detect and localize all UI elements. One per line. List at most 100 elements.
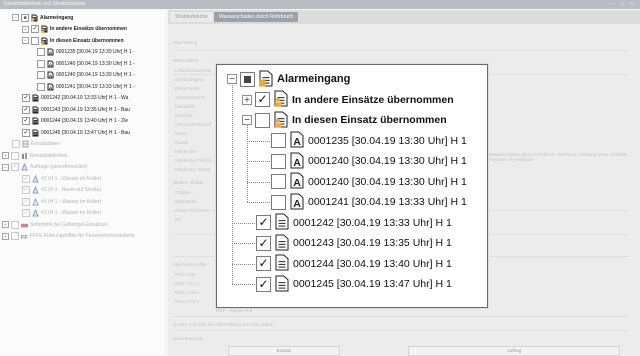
zoom-tree-node[interactable]: ✓ 0001244 [30.04.19 13:40 Uhr] H 1 [256, 253, 452, 275]
tab-einsatz[interactable]: Wasserschaden durch Rohrbruch [214, 12, 299, 22]
tree-node[interactable]: A 0001235 [30.04.19 13:30 Uhr] H 1 - [37, 47, 135, 58]
zoom-tree-node[interactable]: + ✓ In andere Einsätze übernommen [242, 89, 454, 111]
tree-checkbox[interactable] [37, 48, 45, 56]
tree-checkbox[interactable]: ✓ [22, 197, 30, 206]
zoom-tree-node[interactable]: A 0001240 [30.04.19 13:30 Uhr] H 1 [271, 150, 467, 172]
document-icon [32, 117, 39, 125]
tree-checkbox[interactable]: ✓ [31, 25, 39, 33]
tree-node[interactable]: − ■ Alarmeingang [12, 12, 73, 23]
zoom-tree-node[interactable]: A 0001241 [30.04.19 13:33 Uhr] H 1 [271, 191, 467, 213]
tree-checkbox[interactable] [11, 220, 19, 229]
triangle-marker-icon [32, 208, 39, 217]
zoom-tree-checkbox[interactable]: ✓ [256, 235, 271, 251]
zoom-tree-node-label: Alarmeingang [277, 73, 351, 85]
zoom-tree-checkbox[interactable] [271, 174, 286, 189]
tree-node[interactable]: A 0001240 [30.04.19 13:30 Uhr] H 1 - [37, 70, 135, 81]
zoom-tree-node[interactable]: − In diesen Einsatz übernommen [242, 109, 447, 131]
tree-node[interactable]: ✓ 0001242 [30.04.19 13:33 Uhr] H 1 - Wa [22, 93, 128, 104]
tree-checkbox[interactable]: ✓ [22, 94, 30, 102]
triangle-marker-icon [32, 197, 39, 206]
tree-guide-line [232, 284, 257, 285]
tree-node[interactable]: ✓ #2 (H 1 - Wasser im Keller) [22, 173, 101, 184]
tree-node[interactable]: + Einsatzbibliothek [2, 150, 68, 161]
tree-node[interactable]: ✓ #4 (H 1 - Wasser im Keller) [22, 196, 101, 207]
zoom-tree-node[interactable]: A 0001235 [30.04.19 13:30 Uhr] H 1 [271, 130, 467, 152]
tree-checkbox[interactable]: ✓ [22, 174, 30, 183]
tree-checkbox[interactable]: ✓ [11, 163, 19, 171]
tree-node-label: 0001242 [30.04.19 13:33 Uhr] H 1 - Wa [41, 95, 129, 101]
svg-text:A: A [49, 51, 53, 56]
zoom-tree-checkbox[interactable]: ✓ [256, 256, 271, 271]
window-controls[interactable]: — ▢ ✕ [609, 1, 636, 7]
tree-checkbox[interactable] [37, 82, 45, 91]
zoom-tree-node[interactable]: ✓ 0001243 [30.04.19 13:35 Uhr] H 1 [256, 232, 452, 254]
document-a-icon: A [47, 60, 54, 68]
zoom-tree-node[interactable]: A 0001240 [30.04.19 13:30 Uhr] H 1 [271, 171, 467, 193]
divider [173, 316, 628, 317]
collapse-icon[interactable]: − [12, 14, 19, 21]
zoom-tree-checkbox[interactable] [271, 153, 286, 169]
tree-node[interactable]: + ✓ In andere Einsätze übernommen [22, 24, 127, 35]
expand-icon[interactable]: + [22, 25, 29, 33]
collapse-icon[interactable]: − [227, 74, 237, 84]
tree-checkbox[interactable]: ✓ [22, 186, 30, 194]
tree-guide-line [232, 222, 257, 224]
tree-checkbox[interactable] [37, 59, 45, 68]
zoom-tree-checkbox[interactable] [271, 133, 286, 148]
zoom-tree-node[interactable]: ✓ 0001242 [30.04.19 13:33 Uhr] H 1 [256, 212, 452, 234]
tree-node[interactable]: + FF FFFE Führungshilfen für Feuerwehreins… [2, 231, 135, 242]
tree-checkbox[interactable] [31, 36, 39, 45]
tree-node[interactable]: ✓ #3 (H 1 - Baum auf Straße) [22, 185, 101, 196]
field-label: Art [175, 217, 181, 222]
zoom-tree-node[interactable]: ✓ 0001245 [30.04.19 13:47 Uhr] H 1 [256, 273, 452, 295]
zoom-tree-node-label: 0001243 [30.04.19 13:35 Uhr] H 1 [293, 237, 452, 249]
expand-icon[interactable]: + [2, 221, 9, 228]
document-icon [32, 106, 39, 114]
zoom-tree-checkbox[interactable] [240, 71, 255, 87]
tree-node[interactable]: − ✓ Aufträge (georeferenziert) [2, 162, 87, 173]
svg-text:A: A [49, 74, 53, 79]
tree-checkbox[interactable]: ✓ [22, 105, 30, 114]
zoom-tree-checkbox[interactable]: ✓ [255, 92, 270, 107]
zoom-tree-checkbox[interactable]: ✓ [256, 276, 271, 292]
document-icon [275, 254, 289, 273]
tree-checkbox[interactable]: ■ [21, 13, 29, 22]
comment-label: Bemerkung als [173, 336, 204, 341]
tree-node[interactable]: ✓ 0001243 [30.04.19 13:35 Uhr] H 1 - Bau [22, 104, 130, 115]
document-icon [275, 275, 289, 294]
tree-node[interactable]: − In diesen Einsatz übernommen [22, 35, 124, 46]
zoom-tree-checkbox[interactable] [255, 112, 270, 128]
transfer-document-icon [41, 25, 48, 33]
field-label: Objektteile [175, 199, 197, 204]
tree-node[interactable]: A 0001240 [30.04.19 13:30 Uhr] H 1 - [37, 58, 135, 69]
tab-strukturbaeume[interactable]: Strukturbäume [170, 12, 213, 22]
expand-icon[interactable]: + [2, 232, 9, 240]
field-label: Einsatzbeginn [175, 77, 204, 82]
collapse-icon[interactable]: − [2, 163, 9, 171]
tree-checkbox[interactable] [11, 232, 19, 240]
tree-node[interactable]: + Soforthilfe bei Gefahrgut-Einsätzen [2, 219, 108, 230]
tree-node[interactable]: Einsatzdaten [12, 139, 60, 150]
collapse-icon[interactable]: − [22, 37, 29, 44]
zoom-tree-node[interactable]: − Alarmeingang [227, 68, 350, 90]
zoom-tree-checkbox[interactable] [271, 194, 286, 210]
zoom-tree-checkbox[interactable]: ✓ [256, 215, 271, 230]
divider [173, 50, 628, 51]
tree-checkbox[interactable] [12, 140, 20, 148]
expand-icon[interactable]: + [2, 152, 9, 159]
tree-node[interactable]: ✓ 0001244 [30.04.19 13:40 Uhr] H 1 - Zie [22, 116, 128, 127]
tree-checkbox[interactable]: ✓ [22, 117, 30, 125]
tree-checkbox[interactable]: ✓ [22, 128, 30, 137]
tree-node-label: #4 (H 1 - Wasser im Keller) [41, 198, 102, 205]
tree-checkbox[interactable] [11, 151, 19, 160]
tree-node-label: In andere Einsätze übernommen [50, 26, 127, 32]
tree-node[interactable]: A 0001241 [30.04.19 13:33 Uhr] H 1 - [37, 81, 135, 92]
tree-checkbox[interactable]: ✓ [22, 209, 30, 217]
tree-node[interactable]: ✓ #1 (H 1 - Wasser im Keller) [22, 208, 101, 219]
field-label: Meldender Telefon [175, 158, 212, 163]
tree-node-label: Soforthilfe bei Gefahrgut-Einsätzen [30, 221, 108, 228]
tree-node[interactable]: ✓ 0001245 [30.04.19 13:47 Uhr] H 1 - Bau [22, 127, 130, 138]
collapse-icon[interactable]: − [242, 115, 252, 125]
tree-checkbox[interactable] [37, 71, 45, 79]
expand-icon[interactable]: + [242, 94, 252, 105]
